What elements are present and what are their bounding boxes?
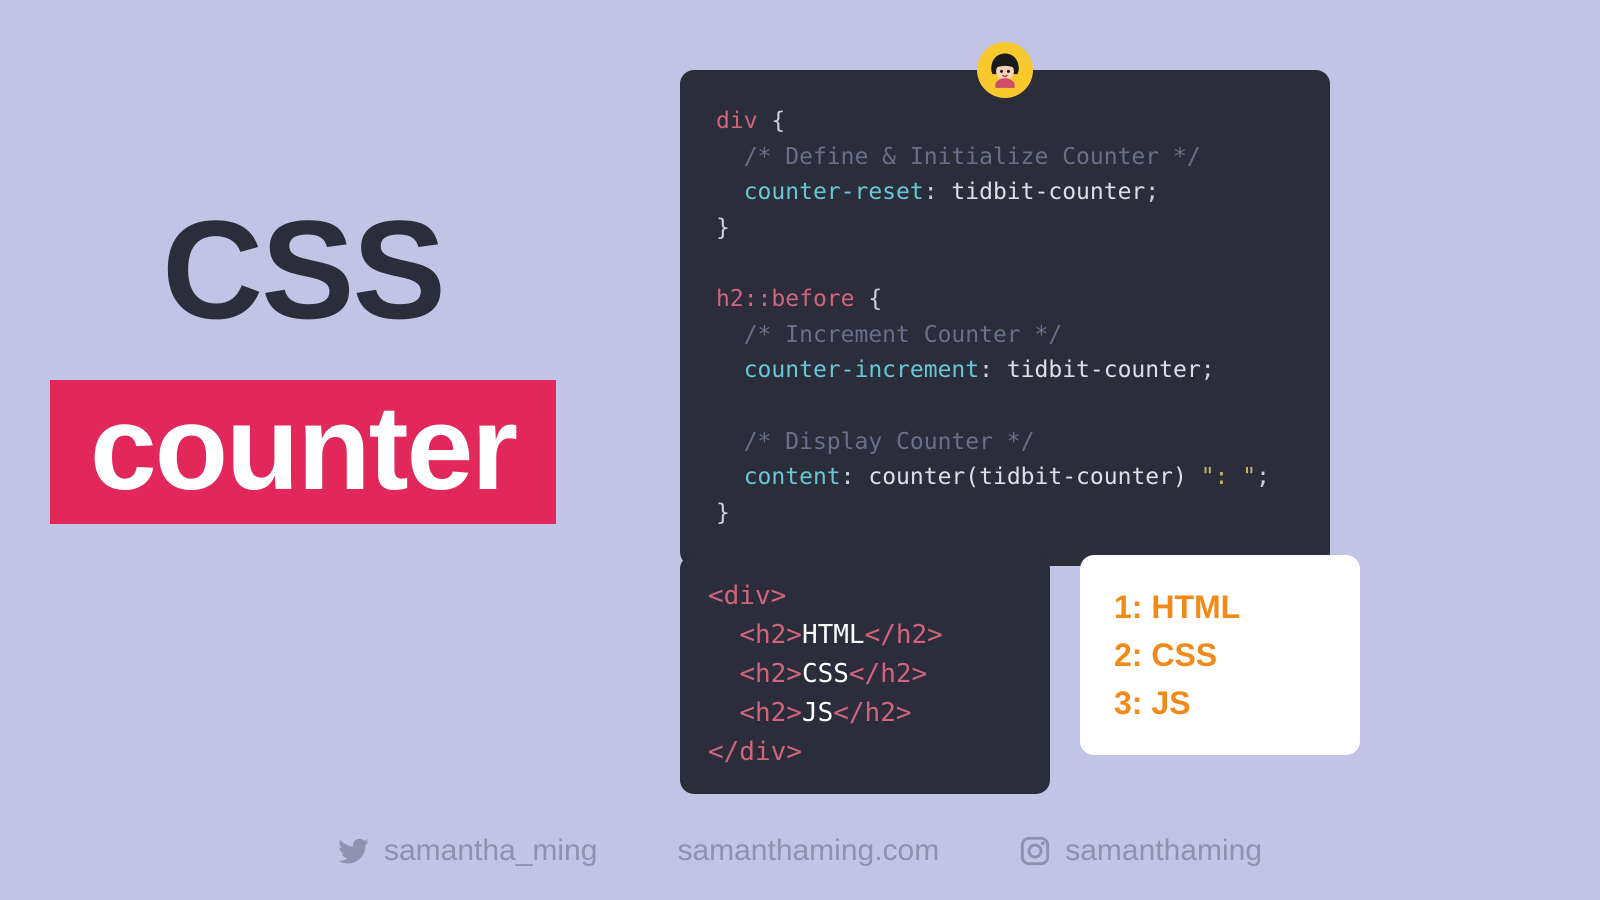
- website-text: samanthaming.com: [677, 834, 939, 868]
- twitter-icon: [338, 835, 370, 867]
- html-line: <h2>CSS</h2>: [708, 655, 1022, 694]
- output-line: 2: CSS: [1114, 631, 1326, 679]
- prop-counter-increment: counter-increment: [744, 357, 979, 383]
- instagram-link[interactable]: samanthaming: [1019, 834, 1262, 868]
- website-link[interactable]: samanthaming.com: [677, 834, 939, 868]
- html-code-block: <div> <h2>HTML</h2> <h2>CSS</h2> <h2>JS<…: [680, 555, 1050, 794]
- prop-content: content: [744, 464, 841, 490]
- css-code-content: div { /* Define & Initialize Counter */ …: [716, 104, 1294, 532]
- html-line: <div>: [708, 577, 1022, 616]
- output-block: 1: HTML 2: CSS 3: JS: [1080, 555, 1360, 755]
- pseudo-before: ::before: [744, 286, 855, 312]
- footer: samantha_ming samanthaming.com samantham…: [0, 834, 1600, 868]
- title-line-2: counter: [50, 380, 556, 524]
- css-code-block: div { /* Define & Initialize Counter */ …: [680, 70, 1330, 566]
- output-line: 1: HTML: [1114, 583, 1326, 631]
- selector-h2: h2: [716, 286, 744, 312]
- html-line: <h2>HTML</h2>: [708, 616, 1022, 655]
- comment-increment: /* Increment Counter */: [744, 322, 1063, 348]
- twitter-link[interactable]: samantha_ming: [338, 834, 597, 868]
- avatar-icon: [977, 42, 1033, 98]
- output-line: 3: JS: [1114, 679, 1326, 727]
- instagram-icon: [1019, 835, 1051, 867]
- html-line: </div>: [708, 733, 1022, 772]
- comment-display: /* Display Counter */: [744, 429, 1035, 455]
- comment-define: /* Define & Initialize Counter */: [744, 144, 1201, 170]
- prop-counter-reset: counter-reset: [744, 179, 924, 205]
- selector-div: div: [716, 108, 758, 134]
- instagram-handle: samanthaming: [1065, 834, 1262, 868]
- title-line-1: CSS: [162, 200, 444, 340]
- html-line: <h2>JS</h2>: [708, 694, 1022, 733]
- title-block: CSS counter: [50, 200, 556, 524]
- twitter-handle: samantha_ming: [384, 834, 597, 868]
